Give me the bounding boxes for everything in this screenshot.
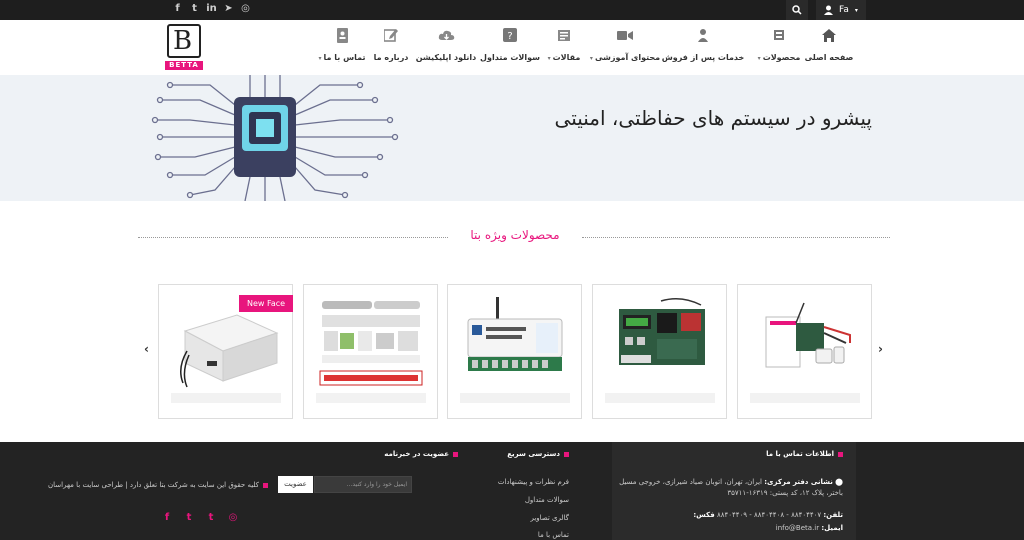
hero-banner: پیشرو در سیستم های حفاظتی، امنیتی [0, 75, 1024, 201]
nav-articles[interactable]: ▾ مقالات [546, 26, 582, 62]
nav-home[interactable]: صفحه اصلی [805, 26, 853, 62]
product-card[interactable] [737, 284, 872, 419]
footer-contact-title: اطلاعات تماس با ما [766, 450, 843, 458]
support-icon [698, 28, 708, 42]
footer-link-feedback[interactable]: فرم نظرات و پیشنهادات [498, 478, 569, 486]
telegram-icon[interactable]: ➤ [223, 3, 234, 15]
copyright-text: کلیه حقوق این سایت به شرکت بتا تعلق دارد… [6, 480, 268, 491]
nav-download-app[interactable]: دانلود اپلیکیشن [416, 26, 476, 62]
linkedin-icon[interactable]: in [206, 3, 217, 15]
phone-text: ۸۸۴۰۴۴۰۷ - ۸۸۴۰۴۴۰۸ - ۸۸۴۰۴۴۰۹ [716, 511, 822, 519]
articles-icon [558, 29, 570, 41]
twitter-icon[interactable]: t [206, 512, 216, 523]
footer-link-faq[interactable]: سوالات متداول [525, 496, 569, 504]
user-icon [824, 5, 834, 15]
circuit-chip-illustration [151, 75, 399, 201]
cloud-download-icon [438, 30, 454, 40]
footer-link-gallery[interactable]: گالری تصاویر [530, 514, 569, 522]
logo-name: BETTA [165, 61, 203, 70]
logo[interactable]: B BETTA [165, 24, 203, 72]
product-card-caption-bar [316, 393, 426, 403]
product-card[interactable] [447, 284, 582, 419]
nav-education-label: محتوای آموزشی [594, 53, 661, 62]
nav-support[interactable]: خدمات پس از فروش [662, 26, 744, 62]
instagram-icon[interactable]: ◎ [240, 3, 251, 15]
nav-contact[interactable]: ▾ تماس با ما [318, 26, 366, 62]
product-image-control-board [619, 298, 705, 365]
footer-social-links: f t t ◎ [162, 512, 238, 523]
video-icon [617, 30, 633, 40]
nav-home-label: صفحه اصلی [804, 53, 854, 62]
facebook-icon[interactable]: f [172, 3, 183, 15]
svg-text:?: ? [507, 31, 512, 42]
products-icon [774, 30, 784, 40]
top-bar: f t in ➤ ◎ Fa ▾ [0, 0, 1024, 20]
edit-icon [384, 29, 398, 42]
logo-letter: B [173, 26, 193, 56]
newsletter-subscribe-button[interactable]: عضویت [278, 476, 313, 493]
products-section-title: محصولات ویژه بتا [470, 228, 560, 242]
phone-label: تلفن: [823, 511, 843, 519]
product-card[interactable]: New Face [158, 284, 293, 419]
facebook-icon[interactable]: f [162, 512, 172, 523]
product-card-caption-bar [171, 393, 281, 403]
product-card[interactable] [303, 284, 438, 419]
product-image-remote-kit [765, 302, 851, 368]
twitter-icon[interactable]: t [189, 3, 200, 15]
new-face-ribbon: New Face [239, 295, 293, 312]
hero-title: پیشرو در سیستم های حفاظتی، امنیتی [554, 106, 872, 130]
footer-quick-title: دسترسی سریع [507, 450, 569, 458]
nav-download-app-label: دانلود اپلیکیشن [415, 53, 477, 62]
carousel-next-arrow[interactable]: › [878, 342, 883, 356]
main-navbar: B BETTA صفحه اصلی ▾ محصولات خدمات پس از ف… [0, 20, 1024, 75]
footer-email: ایمیل: info@Beta.ir [603, 523, 843, 534]
footer-link-contact[interactable]: تماس با ما [538, 531, 569, 539]
footer-address: ⬤ نشانی دفتر مرکزی: ایران، تهران، اتوبان… [613, 477, 843, 499]
fax-label: فکس: [693, 511, 715, 519]
product-card-caption-bar [460, 393, 570, 403]
footer-phone: تلفن: ۸۸۴۰۴۴۰۷ - ۸۸۴۰۴۴۰۸ - ۸۸۴۰۴۴۰۹ فکس… [603, 510, 843, 521]
faq-icon: ? [503, 28, 517, 42]
nav-education[interactable]: ▾ محتوای آموزشی [590, 26, 661, 62]
nav-products[interactable]: ▾ محصولات [757, 26, 801, 62]
nav-contact-label: تماس با ما [323, 53, 366, 62]
nav-articles-label: مقالات [552, 53, 581, 62]
email-label: ایمیل: [821, 524, 843, 532]
address-label: نشانی دفتر مرکزی: [764, 478, 833, 486]
nav-faq[interactable]: ? سوالات متداول [480, 26, 540, 62]
instagram-icon[interactable]: ◎ [228, 512, 238, 523]
location-icon: ⬤ [832, 478, 843, 486]
newsletter-email-input[interactable]: ایمیل خود را وارد کنید... [314, 476, 412, 493]
nav-about[interactable]: درباره ما [374, 26, 408, 62]
language-label: Fa [839, 5, 849, 15]
home-icon [822, 28, 836, 42]
nav-products-label: محصولات [762, 53, 801, 62]
email-text[interactable]: info@Beta.ir [776, 524, 819, 532]
twitter-icon[interactable]: t [184, 512, 194, 523]
section-divider-right [582, 237, 890, 238]
product-card-caption-bar [750, 393, 860, 403]
user-language-button[interactable]: Fa ▾ [816, 0, 866, 20]
contact-book-icon [336, 27, 348, 43]
section-divider-left [138, 237, 448, 238]
nav-faq-label: سوالات متداول [480, 53, 540, 62]
carousel-prev-arrow[interactable]: ‹ [144, 342, 149, 356]
nav-about-label: درباره ما [373, 53, 409, 62]
product-card-caption-bar [605, 393, 715, 403]
nav-support-label: خدمات پس از فروش [661, 53, 745, 62]
product-card[interactable] [592, 284, 727, 419]
top-social-links: f t in ➤ ◎ [172, 3, 251, 15]
footer-newsletter-title: عضویت در خبرنامه [384, 450, 458, 458]
search-button[interactable] [786, 0, 808, 20]
product-image-smart-simotec [467, 297, 563, 371]
product-image-gate-kit [319, 301, 423, 386]
search-icon [792, 5, 802, 15]
